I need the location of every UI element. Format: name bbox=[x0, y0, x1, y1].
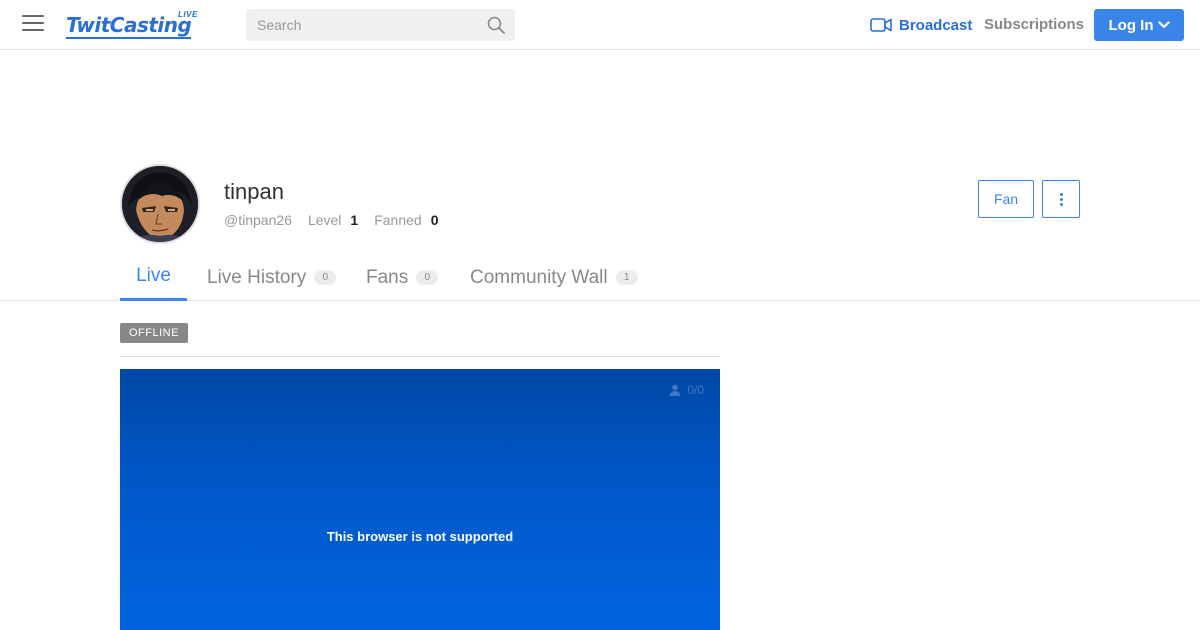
viewer-count: 0/0 bbox=[669, 383, 704, 397]
logo-text: TwitCasting bbox=[66, 13, 192, 39]
unsupported-message: This browser is not supported bbox=[326, 529, 514, 544]
tab-label: Live bbox=[136, 265, 171, 286]
menu-icon[interactable] bbox=[22, 15, 44, 35]
login-button[interactable]: Log In bbox=[1094, 9, 1184, 41]
more-options-button[interactable] bbox=[1042, 180, 1080, 218]
profile-handle: @tinpan26 bbox=[224, 212, 292, 228]
logo-live-tag: LIVE bbox=[178, 10, 198, 19]
subscriptions-link[interactable]: Subscriptions bbox=[984, 16, 1084, 33]
broadcast-label: Broadcast bbox=[899, 16, 973, 34]
tab-label: Fans bbox=[366, 266, 409, 288]
viewer-count-text: 0/0 bbox=[687, 383, 704, 397]
status-badge: OFFLINE bbox=[120, 323, 188, 343]
tab-label: Community Wall bbox=[470, 266, 608, 288]
fanned-value: 0 bbox=[430, 212, 439, 228]
profile-meta: @tinpan26 Level 1 Fanned 0 bbox=[224, 212, 454, 228]
tab-fans[interactable]: Fans 0 bbox=[366, 254, 439, 301]
video-player[interactable]: 0/0 This browser is not supported bbox=[120, 369, 720, 630]
chevron-down-icon bbox=[1157, 21, 1170, 29]
top-header: TwitCasting LIVE Broadcast Subscriptions… bbox=[0, 0, 1200, 50]
search-input[interactable] bbox=[246, 9, 476, 41]
broadcast-link[interactable]: Broadcast bbox=[870, 14, 972, 36]
login-label: Log In bbox=[1108, 16, 1154, 34]
tab-live[interactable]: Live bbox=[120, 254, 187, 301]
fanned-label: Fanned bbox=[374, 212, 422, 228]
tab-count-badge: 1 bbox=[615, 270, 638, 285]
tab-community-wall[interactable]: Community Wall 1 bbox=[470, 254, 638, 301]
person-icon bbox=[669, 384, 681, 396]
fan-button[interactable]: Fan bbox=[978, 180, 1034, 218]
divider bbox=[120, 356, 720, 357]
level-value: 1 bbox=[350, 212, 359, 228]
tab-count-badge: 0 bbox=[314, 270, 337, 285]
site-logo[interactable]: TwitCasting LIVE bbox=[66, 8, 198, 42]
video-camera-icon bbox=[870, 18, 892, 32]
level-label: Level bbox=[307, 212, 342, 228]
tab-count-badge: 0 bbox=[416, 270, 439, 285]
avatar-image bbox=[122, 166, 198, 242]
vertical-dots-icon bbox=[1059, 192, 1063, 207]
search-icon[interactable] bbox=[487, 16, 505, 34]
tab-live-history[interactable]: Live History 0 bbox=[207, 254, 337, 301]
tab-label: Live History bbox=[207, 266, 307, 288]
profile-tabs: Live Live History 0 Fans 0 Community Wal… bbox=[0, 254, 1200, 301]
profile-name: tinpan bbox=[224, 179, 284, 204]
avatar bbox=[120, 164, 200, 244]
search-box bbox=[246, 9, 515, 41]
